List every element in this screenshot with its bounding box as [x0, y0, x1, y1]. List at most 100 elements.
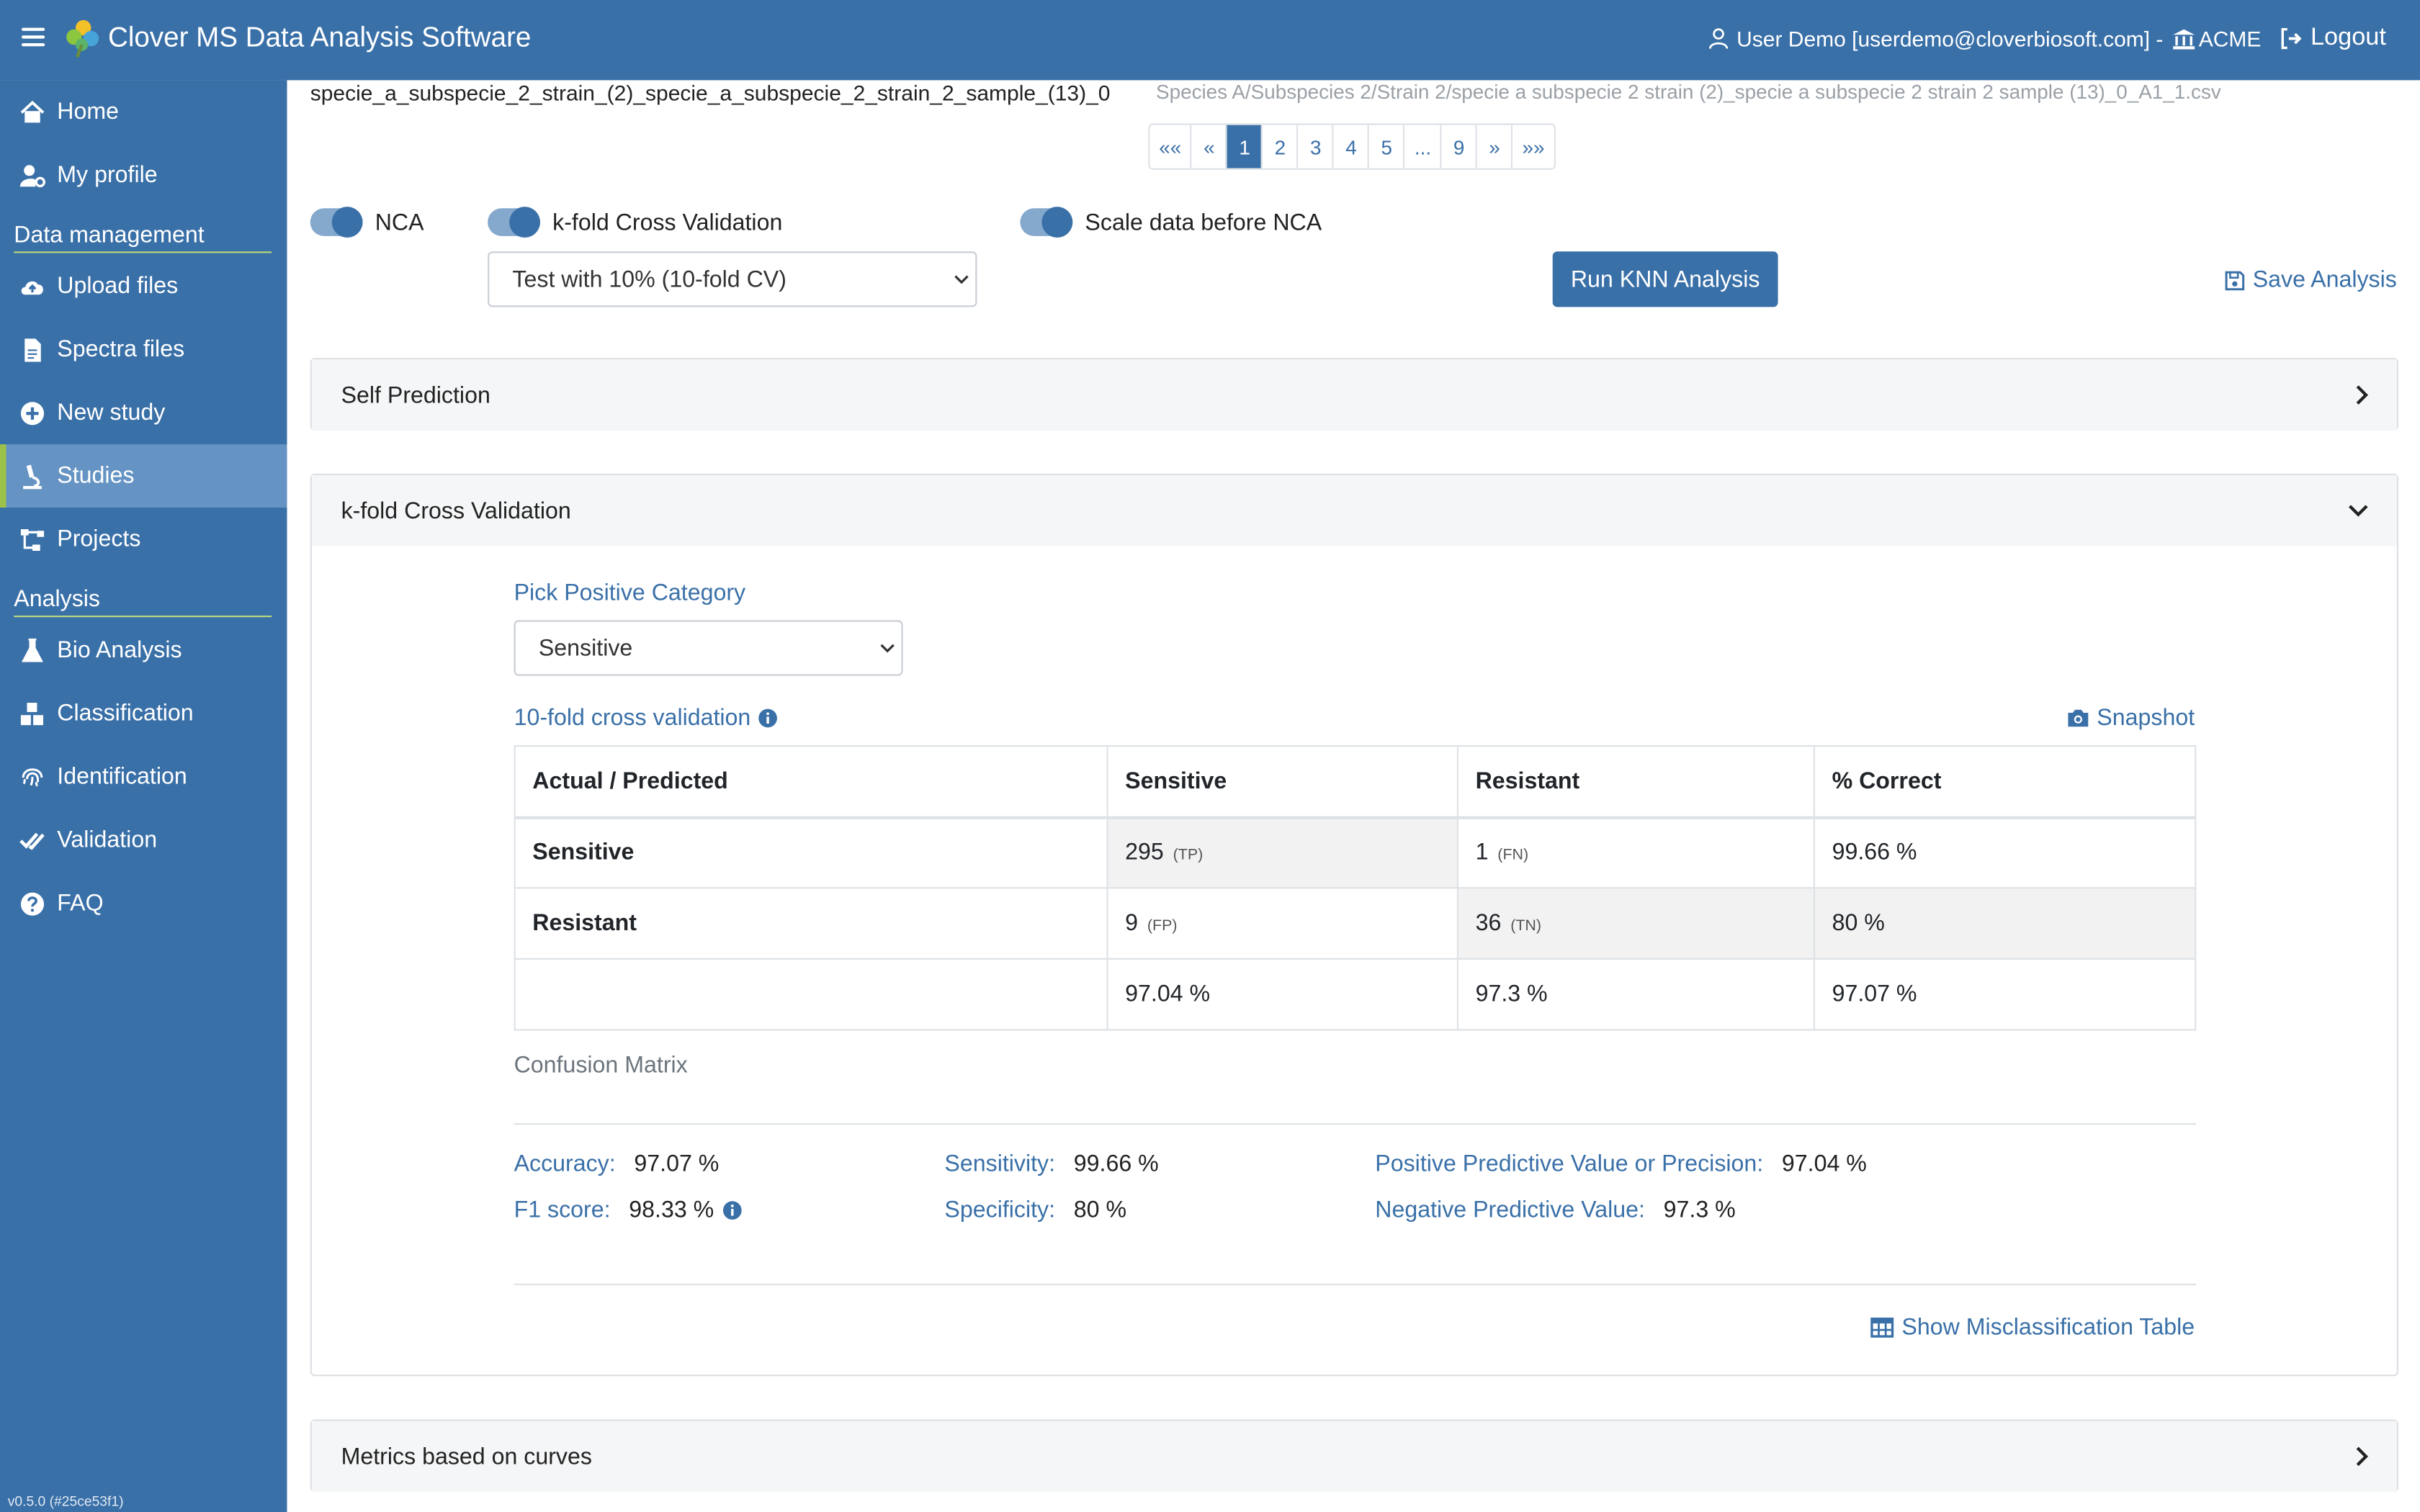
nca-switch[interactable]	[310, 207, 363, 238]
page-prev[interactable]: «	[1191, 125, 1226, 168]
user-gear-icon	[19, 164, 45, 187]
metric-value: 99.66 %	[1073, 1151, 1159, 1177]
panel-title: Self Prediction	[341, 382, 490, 408]
main-content: specie_a_subspecie_2_strain_(2)_specie_a…	[287, 80, 2420, 1512]
table-row: Sensitive 295 (TP) 1 (FN) 99.66 %	[514, 816, 2197, 889]
f1-metric: F1 score: 98.33 %	[514, 1197, 742, 1223]
cloud-upload-icon	[21, 280, 43, 294]
curves-panel: Metrics based on curves	[310, 1419, 2398, 1493]
sidebar-item-identification[interactable]: Identification	[0, 745, 287, 809]
chevron-right-icon	[2356, 1446, 2369, 1467]
scale-toggle[interactable]: Scale data before NCA	[1020, 207, 1322, 238]
cell-fp: 9 (FP)	[1106, 887, 1458, 960]
sidebar-item-projects[interactable]: Projects	[0, 508, 287, 571]
misclassification-label: Show Misclassification Table	[1901, 1314, 2195, 1341]
org-name: ACME	[2198, 26, 2262, 51]
page-last[interactable]: »»	[1511, 125, 1554, 168]
page-9[interactable]: 9	[1440, 125, 1476, 168]
metric-value: 97.3 %	[1663, 1197, 1736, 1224]
logout-button[interactable]: Logout	[2280, 24, 2386, 53]
self-prediction-header[interactable]: Self Prediction	[311, 359, 2397, 431]
sidebar-item-label: Identification	[57, 763, 187, 791]
cell-value: 295	[1125, 840, 1164, 866]
cv-title: 10-fold cross validation	[514, 705, 779, 732]
metric-label: Specificity:	[944, 1197, 1056, 1224]
page-1[interactable]: 1	[1226, 125, 1262, 168]
sidebar-item-studies[interactable]: Studies	[0, 444, 287, 508]
positive-category-value: Sensitive	[538, 634, 633, 662]
info-icon[interactable]	[722, 1200, 742, 1220]
sidebar-item-bio-analysis[interactable]: Bio Analysis	[0, 618, 287, 682]
ppv-metric: Positive Predictive Value or Precision: …	[1375, 1151, 1867, 1177]
snapshot-button[interactable]: Snapshot	[2066, 705, 2195, 732]
page-first[interactable]: ««	[1150, 125, 1191, 168]
app-version: v0.5.0 (#25ce53f1)	[7, 1493, 124, 1509]
run-knn-button[interactable]: Run KNN Analysis	[1552, 251, 1778, 307]
table-row: Resistant 9 (FP) 36 (TN) 80 %	[514, 887, 2197, 960]
question-circle-icon	[20, 891, 45, 915]
sidebar-item-spectra-files[interactable]: Spectra files	[0, 318, 287, 381]
page-4[interactable]: 4	[1332, 125, 1368, 168]
cell-value: 9	[1125, 910, 1139, 937]
metric-label: Accuracy:	[514, 1151, 616, 1177]
save-analysis-button[interactable]: Save Analysis	[2223, 267, 2397, 293]
sidebar-item-classification[interactable]: Classification	[0, 682, 287, 745]
menu-icon[interactable]	[22, 23, 45, 54]
user-icon	[1709, 28, 1729, 49]
metric-value: 98.33 %	[629, 1197, 714, 1224]
sample-path: Species A/Subspecies 2/Strain 2/specie a…	[1156, 80, 2221, 104]
info-icon[interactable]	[758, 708, 779, 729]
page-2[interactable]: 2	[1261, 125, 1297, 168]
cv-select[interactable]: Test with 10% (10-fold CV)	[488, 251, 977, 307]
panel-title: k-fold Cross Validation	[341, 498, 571, 524]
nca-toggle[interactable]: NCA	[310, 207, 424, 238]
cell-tag: (FP)	[1147, 918, 1178, 935]
cv-select-value: Test with 10% (10-fold CV)	[512, 266, 786, 293]
metric-value: 97.07 %	[634, 1151, 720, 1177]
page-next[interactable]: »	[1476, 125, 1511, 168]
self-prediction-panel: Self Prediction	[310, 358, 2398, 431]
kfold-toggle[interactable]: k-fold Cross Validation	[488, 207, 782, 238]
sidebar-item-new-study[interactable]: New study	[0, 381, 287, 444]
col-header: Actual / Predicted	[514, 744, 1108, 819]
col-header: Sensitive	[1106, 744, 1458, 819]
curves-header[interactable]: Metrics based on curves	[311, 1421, 2397, 1493]
cell-fn: 1 (FN)	[1456, 816, 1815, 889]
cell-value: 36	[1475, 910, 1502, 937]
positive-category-select[interactable]: Sensitive	[514, 620, 903, 676]
pick-category-label: Pick Positive Category	[514, 580, 746, 607]
user-info[interactable]: User Demo [userdemo@cloverbiosoft.com] -	[1736, 26, 2163, 50]
show-misclassification-button[interactable]: Show Misclassification Table	[1870, 1314, 2195, 1341]
sidebar-item-validation[interactable]: Validation	[0, 809, 287, 872]
chevron-down-icon	[880, 644, 895, 653]
sidebar-item-label: Upload files	[57, 273, 179, 300]
row-label: Sensitive	[514, 816, 1108, 889]
page-3[interactable]: 3	[1297, 125, 1332, 168]
scale-label: Scale data before NCA	[1085, 209, 1322, 235]
sensitivity-metric: Sensitivity: 99.66 %	[944, 1151, 1158, 1177]
cell-tn: 36 (TN)	[1456, 887, 1815, 960]
col-header: % Correct	[1813, 744, 2197, 819]
divider	[514, 1283, 2197, 1285]
sidebar-item-label: Spectra files	[57, 336, 185, 363]
table-header-row: Actual / Predicted Sensitive Resistant %…	[514, 744, 2197, 819]
sidebar-item-my-profile[interactable]: My profile	[0, 143, 287, 207]
kfold-switch[interactable]	[488, 207, 540, 238]
app-title: Clover MS Data Analysis Software	[108, 22, 532, 53]
sidebar-item-label: Studies	[57, 462, 135, 490]
sidebar-item-home[interactable]: Home	[0, 80, 287, 143]
save-analysis-label: Save Analysis	[2252, 266, 2397, 294]
sidebar-item-faq[interactable]: FAQ	[0, 872, 287, 935]
sidebar-item-upload-files[interactable]: Upload files	[0, 255, 287, 318]
sample-name: specie_a_subspecie_2_strain_(2)_specie_a…	[310, 80, 1111, 105]
kfold-header[interactable]: k-fold Cross Validation	[311, 475, 2397, 546]
page-5[interactable]: 5	[1368, 125, 1404, 168]
cell-pct: 99.66 %	[1813, 816, 2197, 889]
scale-switch[interactable]	[1020, 207, 1073, 238]
metric-label: Sensitivity:	[944, 1151, 1056, 1177]
row-label	[514, 958, 1108, 1031]
check-double-icon	[19, 832, 45, 850]
section-analysis: Analysis	[14, 586, 272, 618]
divider	[514, 1123, 2197, 1125]
cell-value: 1	[1475, 840, 1489, 866]
